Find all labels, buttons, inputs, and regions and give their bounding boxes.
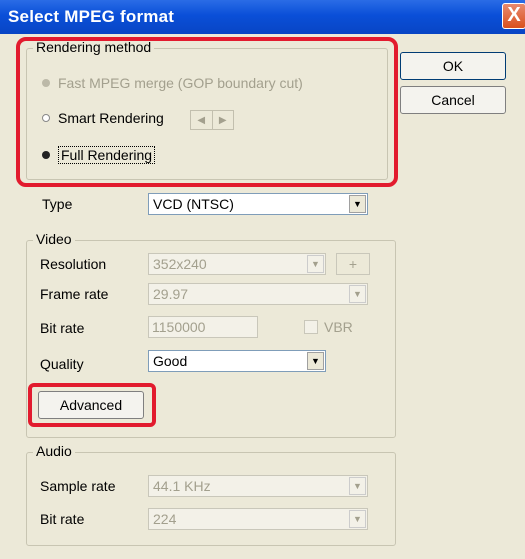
bit-rate-label: Bit rate xyxy=(40,320,85,336)
frame-rate-label: Frame rate xyxy=(40,286,109,302)
audio-bit-rate-value: 224 xyxy=(153,511,177,527)
advanced-highlight xyxy=(28,383,156,427)
quality-value: Good xyxy=(153,353,188,369)
resolution-plus-button[interactable]: + xyxy=(336,253,370,275)
chevron-down-icon[interactable]: ▼ xyxy=(349,285,366,303)
sample-rate-value: 44.1 KHz xyxy=(153,478,211,494)
resolution-select[interactable]: 352x240 ▼ xyxy=(148,253,326,275)
cancel-button[interactable]: Cancel xyxy=(400,86,506,114)
type-label: Type xyxy=(42,196,73,212)
window-title: Select MPEG format xyxy=(8,7,175,26)
chevron-down-icon[interactable]: ▼ xyxy=(307,352,324,370)
ok-button[interactable]: OK xyxy=(400,52,506,80)
quality-select[interactable]: Good ▼ xyxy=(148,350,326,372)
select-mpeg-format-dialog: Select MPEG format X Rendering method Fa… xyxy=(0,0,525,559)
chevron-down-icon[interactable]: ▼ xyxy=(349,477,366,495)
checkbox-box xyxy=(304,320,318,334)
chevron-down-icon[interactable]: ▼ xyxy=(307,255,324,273)
close-button[interactable]: X xyxy=(502,3,525,29)
frame-rate-select[interactable]: 29.97 ▼ xyxy=(148,283,368,305)
sample-rate-label: Sample rate xyxy=(40,478,116,494)
sample-rate-select[interactable]: 44.1 KHz ▼ xyxy=(148,475,368,497)
chevron-down-icon[interactable]: ▼ xyxy=(349,195,366,213)
type-value: VCD (NTSC) xyxy=(153,196,234,212)
audio-group-label: Audio xyxy=(33,443,75,459)
type-select[interactable]: VCD (NTSC) ▼ xyxy=(148,193,368,215)
rendering-method-highlight xyxy=(16,37,398,187)
bit-rate-input[interactable]: 1150000 xyxy=(148,316,258,338)
audio-bit-rate-label: Bit rate xyxy=(40,511,85,527)
vbr-checkbox[interactable]: VBR xyxy=(304,319,353,335)
chevron-down-icon[interactable]: ▼ xyxy=(349,510,366,528)
resolution-label: Resolution xyxy=(40,256,107,272)
audio-bit-rate-select[interactable]: 224 ▼ xyxy=(148,508,368,530)
vbr-label: VBR xyxy=(324,319,353,335)
video-group-label: Video xyxy=(33,231,75,247)
frame-rate-value: 29.97 xyxy=(153,286,189,302)
quality-label: Quality xyxy=(40,356,84,372)
title-bar[interactable]: Select MPEG format X xyxy=(0,0,525,34)
audio-group: Audio xyxy=(26,443,396,546)
resolution-value: 352x240 xyxy=(153,256,207,272)
